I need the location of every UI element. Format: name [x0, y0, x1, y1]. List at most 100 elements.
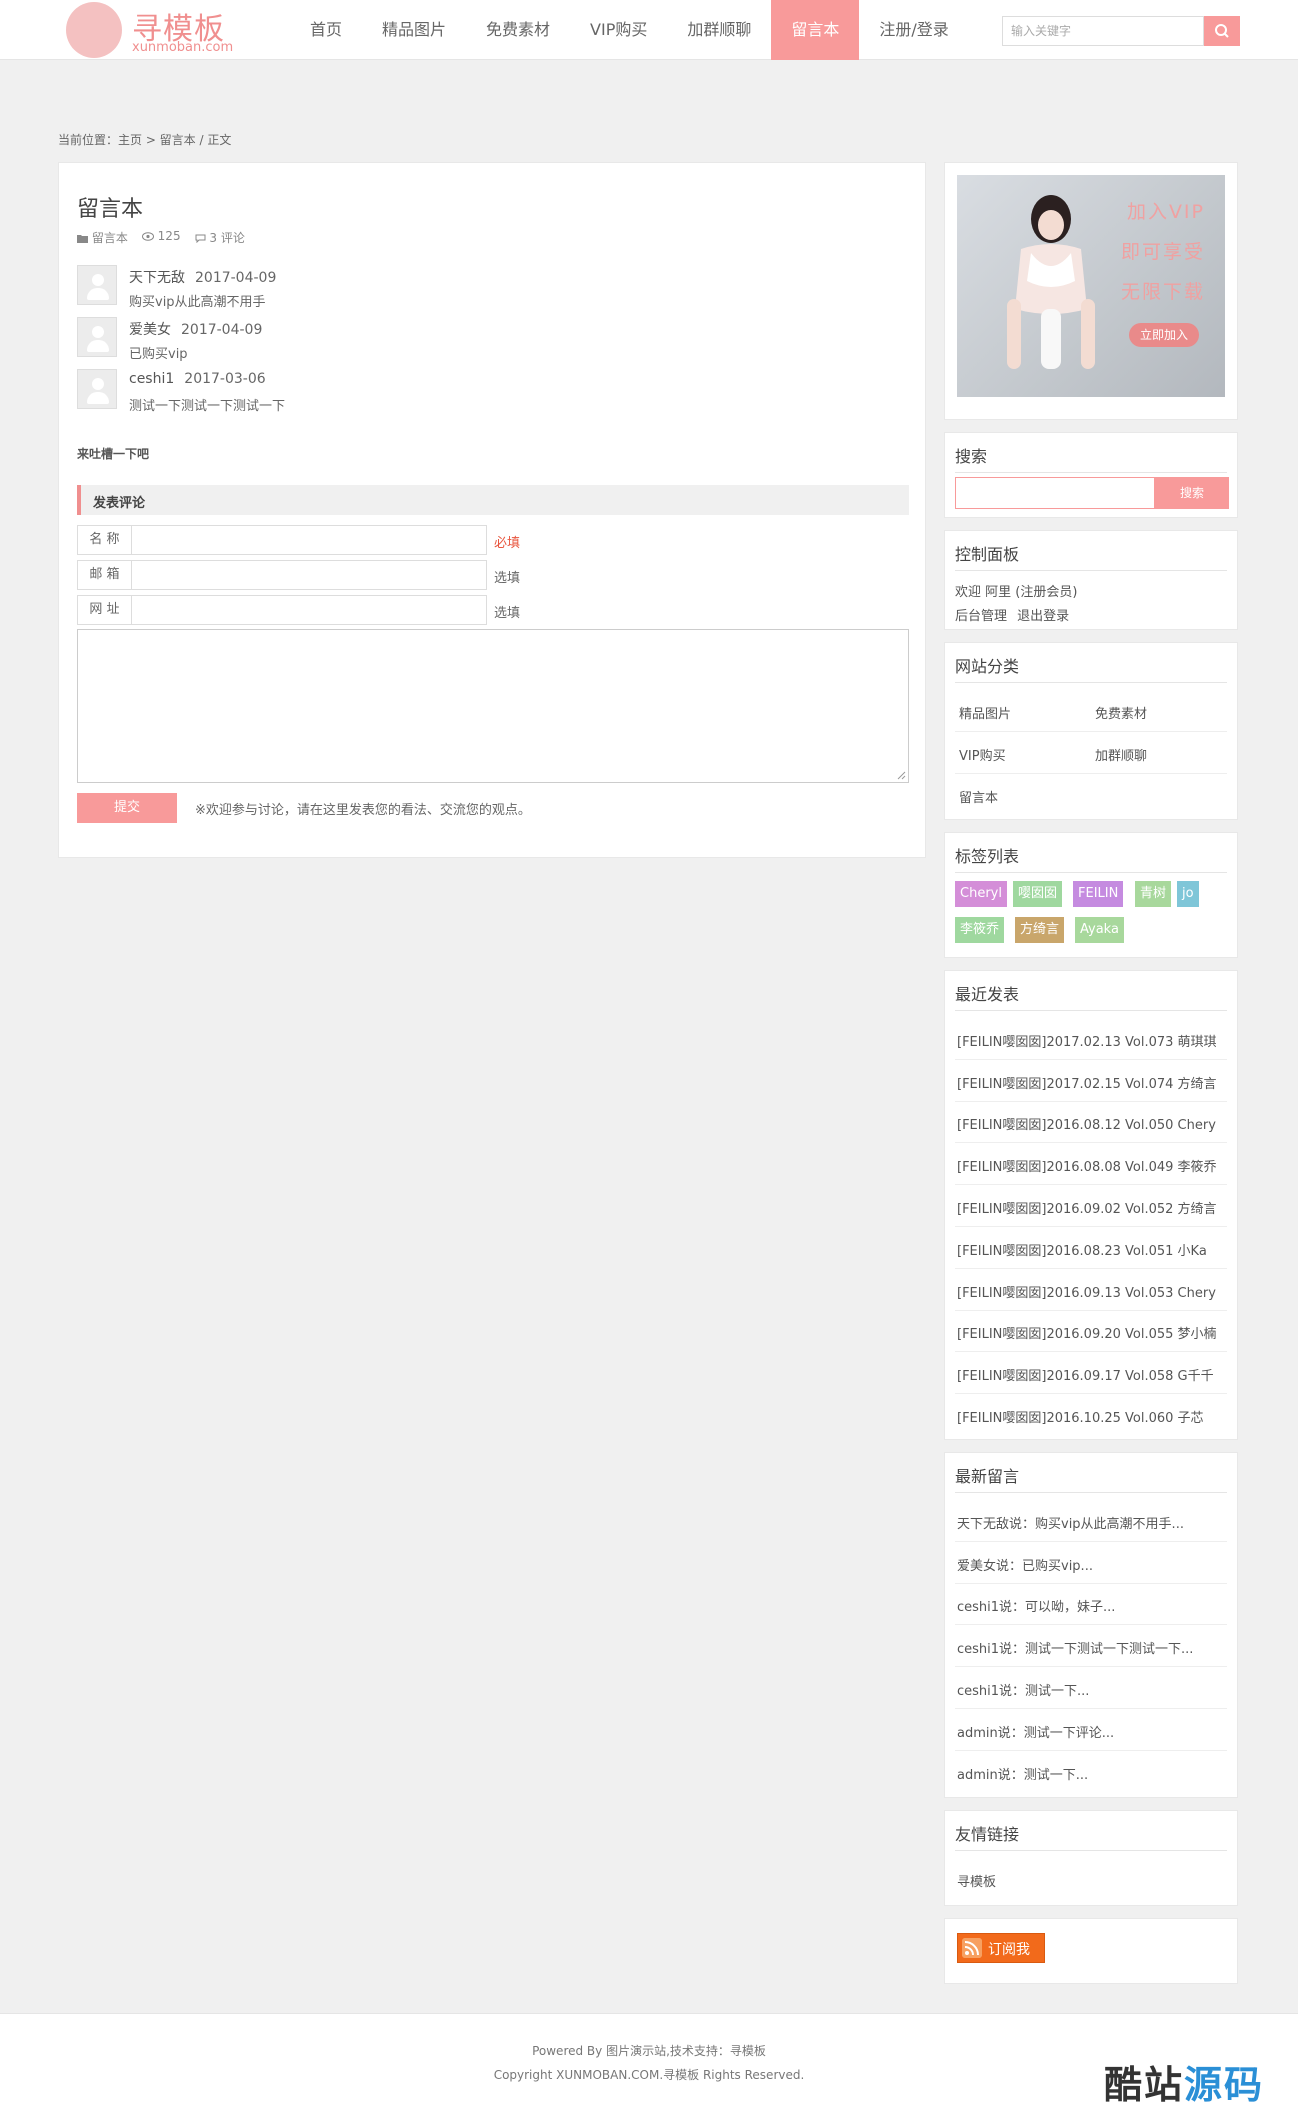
submit-button[interactable]: 提交 [77, 793, 177, 823]
site-logo[interactable]: 寻模板 xunmoban.com [66, 2, 246, 58]
post-title: 留言本 [77, 197, 144, 222]
folder-icon [77, 235, 88, 243]
comment-text: 已购买vip [129, 347, 188, 362]
logout-link[interactable]: 退出登录 [1017, 609, 1069, 624]
comment-author[interactable]: ceshi1 [129, 371, 174, 387]
avatar [77, 317, 117, 357]
email-field[interactable]: 邮 箱 [77, 560, 487, 590]
sidebar-search-input[interactable] [955, 477, 1155, 509]
post-article: 留言本 留言本 125 3 评论 天下无敌 2017-04-09 购买vip从此高… [58, 162, 926, 858]
recent-post-link[interactable]: [FEILIN嘤囡囡]2016.08.12 Vol.050 Chery [957, 1114, 1227, 1133]
vip-promo-banner[interactable]: 加入VIP 即可享受 无限下载 立即加入 [957, 175, 1225, 397]
name-field-label: 名 称 [78, 526, 132, 554]
header-search-input[interactable]: 输入关键字 [1002, 16, 1204, 46]
avatar [77, 369, 117, 409]
divider [955, 1226, 1227, 1227]
latest-comment-link[interactable]: ceshi1说：测试一下... [957, 1680, 1227, 1699]
comment-author[interactable]: 天下无敌 [129, 270, 185, 286]
comment-form-title: 发表评论 [93, 496, 146, 511]
nav-item-login[interactable]: 注册/登录 [859, 0, 968, 60]
tag-item[interactable]: jo [1177, 881, 1199, 907]
control-links: 后台管理 退出登录 [955, 605, 1069, 624]
latest-comment-link[interactable]: ceshi1说：可以呦，妹子... [957, 1596, 1227, 1615]
divider [955, 1268, 1227, 1269]
category-guestbook[interactable]: 留言本 [959, 787, 998, 806]
email-field-label: 邮 箱 [78, 561, 132, 589]
email-field-hint: 选填 [494, 571, 521, 586]
meta-category[interactable]: 留言本 [77, 229, 128, 246]
rss-subscribe-button[interactable]: 订阅我 [957, 1933, 1045, 1963]
divider [955, 1101, 1227, 1102]
recent-post-link[interactable]: [FEILIN嘤囡囡]2016.08.23 Vol.051 小Ka [957, 1240, 1227, 1259]
category-pictures[interactable]: 精品图片 [959, 703, 1011, 722]
recent-posts-title: 最近发表 [955, 981, 1227, 1011]
comment-date: 2017-04-09 [181, 322, 263, 338]
divider [955, 1310, 1227, 1311]
comment-date: 2017-03-06 [184, 371, 266, 387]
rss-label: 订阅我 [988, 1942, 1030, 1958]
comment-item: 爱美女 2017-04-09 已购买vip [77, 317, 577, 369]
resize-handle-icon[interactable] [896, 770, 906, 780]
recent-post-link[interactable]: [FEILIN嘤囡囡]2016.10.25 Vol.060 子芯 [957, 1407, 1227, 1426]
url-field[interactable]: 网 址 [77, 595, 487, 625]
recent-post-link[interactable]: [FEILIN嘤囡囡]2016.09.02 Vol.052 方绮言 [957, 1198, 1227, 1217]
comment-textarea[interactable] [77, 629, 909, 783]
comment-author[interactable]: 爱美女 [129, 322, 171, 338]
recent-post-link[interactable]: [FEILIN嘤囡囡]2016.08.08 Vol.049 李筱乔 [957, 1156, 1227, 1175]
nav-item-pictures[interactable]: 精品图片 [362, 0, 466, 60]
nav-item-free[interactable]: 免费素材 [466, 0, 570, 60]
meta-views-count: 125 [157, 229, 181, 243]
comment-form-header: 发表评论 [77, 485, 909, 515]
name-field[interactable]: 名 称 [77, 525, 487, 555]
rss-icon [962, 1938, 982, 1958]
categories-title: 网站分类 [955, 653, 1227, 683]
meta-comments-count: 3 评论 [209, 231, 245, 245]
nav-item-home[interactable]: 首页 [290, 0, 362, 60]
divider [955, 1666, 1227, 1667]
divider [955, 1583, 1227, 1584]
divider [955, 1142, 1227, 1143]
latest-comments-widget: 最新留言 天下无敌说：购买vip从此高潮不用手... 爱美女说：已购买vip..… [944, 1452, 1238, 1798]
friend-link[interactable]: 寻模板 [957, 1871, 1227, 1890]
latest-comment-link[interactable]: 天下无敌说：购买vip从此高潮不用手... [957, 1513, 1227, 1532]
latest-comment-link[interactable]: ceshi1说：测试一下测试一下测试一下... [957, 1638, 1227, 1657]
url-field-hint: 选填 [494, 606, 521, 621]
tag-item[interactable]: 青树 [1135, 881, 1172, 907]
divider [955, 1541, 1227, 1542]
nav-item-group[interactable]: 加群顺聊 [667, 0, 771, 60]
watermark-part-b: 源码 [1184, 2063, 1265, 2107]
latest-comment-link[interactable]: 爱美女说：已购买vip... [957, 1555, 1227, 1574]
latest-comment-link[interactable]: admin说：测试一下... [957, 1764, 1227, 1783]
promo-join-button[interactable]: 立即加入 [1129, 323, 1199, 347]
categories-widget: 网站分类 精品图片 免费素材 VIP购买 加群顺聊 留言本 [944, 642, 1238, 820]
sidebar-search-button[interactable]: 搜索 [1155, 477, 1229, 509]
site-header: 寻模板 xunmoban.com 首页 精品图片 免费素材 VIP购买 加群顺聊… [0, 0, 1298, 60]
tag-item[interactable]: Cheryl [955, 881, 1007, 907]
meta-comments[interactable]: 3 评论 [195, 229, 245, 246]
latest-comments-title: 最新留言 [955, 1463, 1227, 1493]
tag-item[interactable]: FEILIN [1073, 881, 1124, 907]
tag-item[interactable]: Ayaka [1075, 917, 1124, 943]
category-vip[interactable]: VIP购买 [959, 745, 1006, 764]
recent-posts-widget: 最近发表 [FEILIN嘤囡囡]2017.02.13 Vol.073 萌琪琪 [… [944, 970, 1238, 1440]
admin-link[interactable]: 后台管理 [955, 609, 1007, 624]
tag-item[interactable]: 李筱乔 [955, 917, 1005, 943]
header-search-button[interactable] [1204, 16, 1240, 46]
category-group[interactable]: 加群顺聊 [1095, 745, 1147, 764]
promo-line-1: 加入VIP [1126, 201, 1205, 223]
latest-comment-link[interactable]: admin说：测试一下评论... [957, 1722, 1227, 1741]
tag-item[interactable]: 方绮言 [1015, 917, 1065, 943]
category-free[interactable]: 免费素材 [1095, 703, 1147, 722]
recent-post-link[interactable]: [FEILIN嘤囡囡]2016.09.13 Vol.053 Chery [957, 1282, 1227, 1301]
recent-post-link[interactable]: [FEILIN嘤囡囡]2016.09.17 Vol.058 G千千 [957, 1365, 1227, 1384]
recent-post-link[interactable]: [FEILIN嘤囡囡]2017.02.15 Vol.074 方绮言 [957, 1073, 1227, 1092]
nav-item-guestbook[interactable]: 留言本 [771, 0, 860, 60]
comment-text: 测试一下测试一下测试一下 [129, 399, 286, 414]
breadcrumb: 当前位置：主页 > 留言本 / 正文 [58, 133, 232, 147]
nav-item-vip[interactable]: VIP购买 [570, 0, 667, 60]
comment-item: 天下无敌 2017-04-09 购买vip从此高潮不用手 [77, 265, 577, 317]
recent-post-link[interactable]: [FEILIN嘤囡囡]2016.09.20 Vol.055 梦小楠 [957, 1323, 1227, 1342]
tag-item[interactable]: 嘤囡囡 [1013, 881, 1063, 907]
recent-post-link[interactable]: [FEILIN嘤囡囡]2017.02.13 Vol.073 萌琪琪 [957, 1031, 1227, 1050]
tags-title: 标签列表 [955, 843, 1227, 873]
